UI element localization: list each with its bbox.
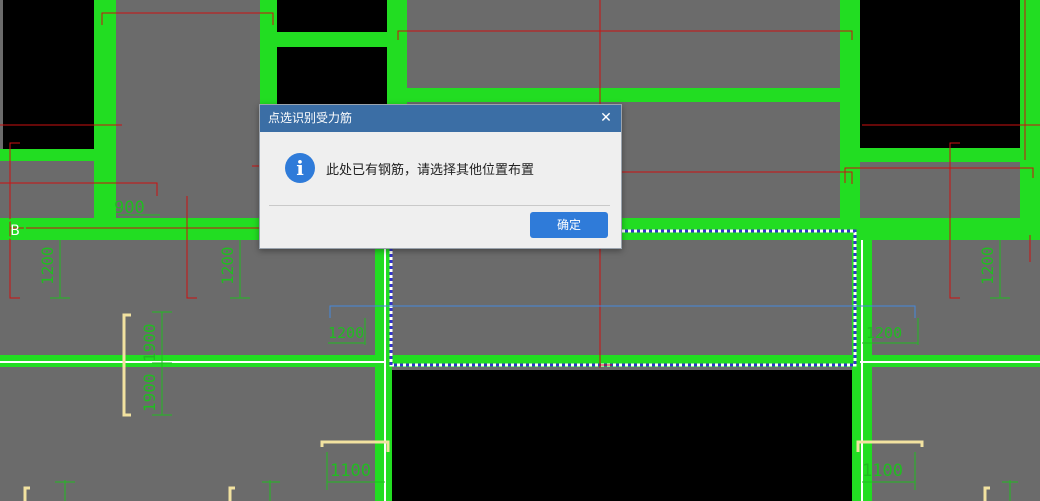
- opening-bottom-center: [392, 370, 852, 501]
- opening-top-center: [277, 47, 387, 105]
- dialog-divider: [269, 205, 610, 206]
- dialog-title: 点选识别受力筋: [268, 111, 353, 125]
- opening-top-right: [860, 0, 1020, 148]
- dimension-label: 1900: [140, 373, 159, 412]
- dimension-label: 1200: [328, 324, 364, 342]
- selected-slab-outline[interactable]: [389, 229, 857, 367]
- dimension-label: 900: [114, 198, 145, 218]
- info-dialog: 点选识别受力筋 ✕ i 此处已有钢筋，请选择其他位置布置 确定: [259, 104, 622, 249]
- dialog-message: 此处已有钢筋，请选择其他位置布置: [326, 163, 535, 178]
- dimension-label: 1200: [866, 324, 902, 342]
- dimension-label: 1900: [140, 323, 159, 362]
- dimension-label: 1100: [330, 461, 371, 481]
- cad-drawing-canvas[interactable]: B 900 1200 1200 1200 1900 1900 1200 1200…: [0, 0, 1040, 501]
- info-icon: i: [285, 153, 315, 183]
- ok-button[interactable]: 确定: [530, 212, 608, 238]
- close-icon[interactable]: ✕: [599, 105, 613, 132]
- dimension-label: 1200: [38, 246, 57, 285]
- selected-slab-dash: [389, 229, 857, 367]
- dimension-label: 1100: [862, 461, 903, 481]
- dimension-label: 1200: [218, 246, 237, 285]
- opening-top-center-small: [277, 0, 387, 32]
- distribution-line: [329, 305, 916, 318]
- opening-top-left: [3, 0, 94, 149]
- axis-marker-label: B: [10, 223, 20, 239]
- dialog-title-bar[interactable]: 点选识别受力筋 ✕: [260, 105, 621, 132]
- dimension-label: 1200: [978, 246, 997, 285]
